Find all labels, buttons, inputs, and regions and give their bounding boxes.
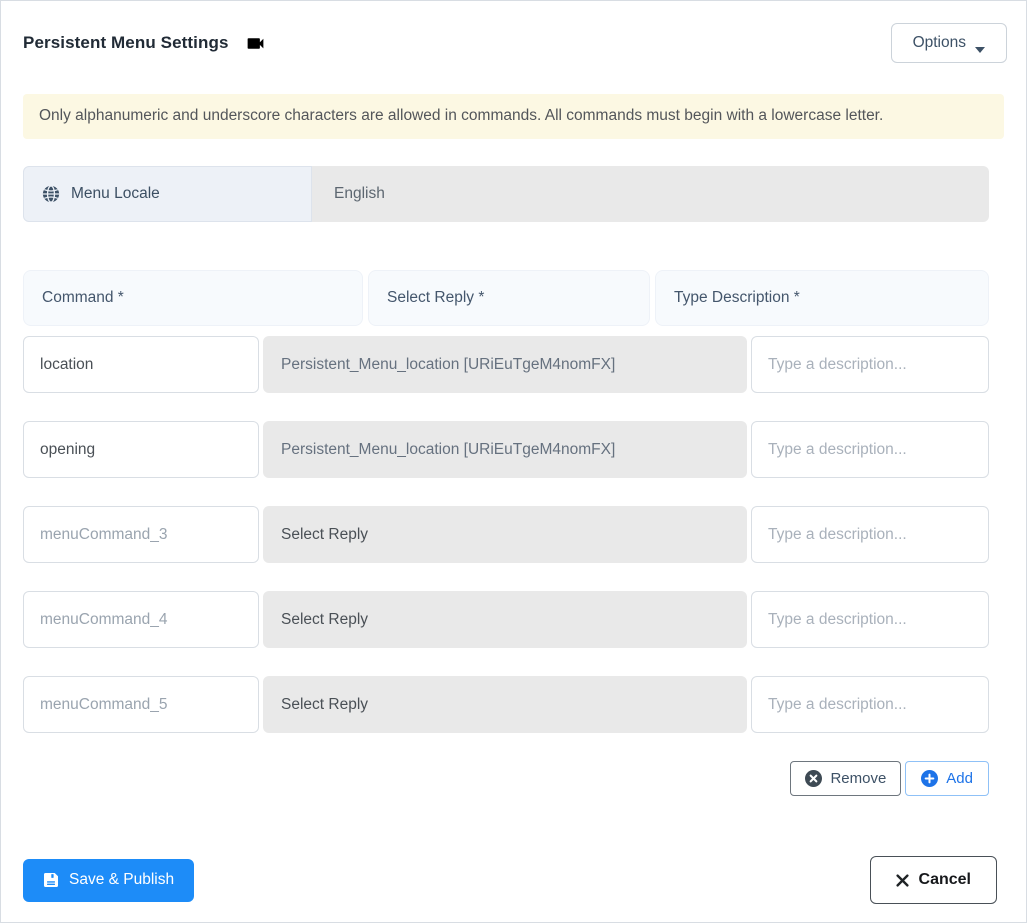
menu-row-5: Select Reply bbox=[23, 676, 989, 733]
menu-locale-value: English bbox=[312, 166, 989, 222]
description-input-5[interactable] bbox=[751, 676, 989, 733]
command-input-3[interactable] bbox=[23, 506, 259, 563]
command-input-5[interactable] bbox=[23, 676, 259, 733]
caret-down-icon bbox=[975, 40, 985, 53]
menu-locale-label: Menu Locale bbox=[23, 166, 312, 222]
menu-locale-group: Menu Locale English bbox=[23, 166, 989, 222]
save-floppy-icon bbox=[43, 872, 59, 888]
select-reply-field-3[interactable]: Select Reply bbox=[263, 506, 747, 563]
page-title: Persistent Menu Settings bbox=[23, 33, 229, 52]
menu-row-3: Select Reply bbox=[23, 506, 989, 563]
description-input-3[interactable] bbox=[751, 506, 989, 563]
options-button[interactable]: Options bbox=[890, 23, 1007, 63]
save-publish-button[interactable]: Save & Publish bbox=[23, 858, 195, 902]
select-reply-field-4[interactable]: Select Reply bbox=[263, 591, 747, 648]
menu-row-1: Persistent_Menu_location [URiEuTgeM4nomF… bbox=[23, 336, 989, 393]
x-circle-icon bbox=[805, 770, 823, 787]
description-input-2[interactable] bbox=[751, 421, 989, 478]
description-input-4[interactable] bbox=[751, 591, 989, 648]
videocam-icon bbox=[245, 33, 266, 54]
panel-header: Persistent Menu Settings Options bbox=[1, 1, 1026, 63]
select-reply-field-1[interactable]: Persistent_Menu_location [URiEuTgeM4nomF… bbox=[263, 336, 747, 393]
select-reply-value-5: Select Reply bbox=[281, 695, 369, 713]
cancel-button[interactable]: Cancel bbox=[869, 856, 997, 904]
remove-row-button[interactable]: Remove bbox=[790, 761, 902, 796]
commands-warning-alert: Only alphanumeric and underscore charact… bbox=[23, 94, 1004, 139]
column-header-type-description: Type Description * bbox=[655, 270, 989, 326]
command-input-4[interactable] bbox=[23, 591, 259, 648]
select-reply-field-5[interactable]: Select Reply bbox=[263, 676, 747, 733]
plus-circle-icon bbox=[921, 770, 939, 787]
column-header-type-description-text: Type Description * bbox=[674, 289, 800, 306]
options-button-label: Options bbox=[912, 34, 966, 51]
column-header-command-text: Command * bbox=[42, 289, 124, 306]
select-reply-value-2: Persistent_Menu_location [URiEuTgeM4nomF… bbox=[281, 440, 616, 458]
title-wrap: Persistent Menu Settings bbox=[23, 33, 266, 54]
description-input-1[interactable] bbox=[751, 336, 989, 393]
column-header-command: Command * bbox=[23, 270, 363, 326]
select-reply-value-3: Select Reply bbox=[281, 525, 369, 543]
cancel-button-label: Cancel bbox=[918, 871, 971, 888]
menu-locale-value-text: English bbox=[334, 185, 385, 202]
select-reply-value-1: Persistent_Menu_location [URiEuTgeM4nomF… bbox=[281, 355, 616, 373]
add-row-button[interactable]: Add bbox=[905, 761, 989, 796]
command-input-2[interactable] bbox=[23, 421, 259, 478]
select-reply-value-4: Select Reply bbox=[281, 610, 369, 628]
column-header-select-reply-text: Select Reply * bbox=[387, 289, 485, 306]
save-publish-button-label: Save & Publish bbox=[69, 871, 175, 888]
menu-locale-label-text: Menu Locale bbox=[71, 185, 160, 202]
x-icon bbox=[895, 873, 909, 887]
globe-icon bbox=[42, 185, 60, 203]
add-row-button-label: Add bbox=[946, 770, 973, 787]
table-actions: Remove Add bbox=[23, 761, 989, 796]
menu-row-2: Persistent_Menu_location [URiEuTgeM4nomF… bbox=[23, 421, 989, 478]
commands-warning-text: Only alphanumeric and underscore charact… bbox=[39, 107, 884, 124]
command-input-1[interactable] bbox=[23, 336, 259, 393]
menu-table-header: Command * Select Reply * Type Descriptio… bbox=[23, 270, 989, 326]
panel-footer: Save & Publish Cancel bbox=[23, 856, 997, 904]
remove-row-button-label: Remove bbox=[830, 770, 887, 787]
select-reply-field-2[interactable]: Persistent_Menu_location [URiEuTgeM4nomF… bbox=[263, 421, 747, 478]
column-header-select-reply: Select Reply * bbox=[368, 270, 650, 326]
menu-row-4: Select Reply bbox=[23, 591, 989, 648]
persistent-menu-settings-panel: Persistent Menu Settings Options Only al… bbox=[0, 0, 1027, 923]
